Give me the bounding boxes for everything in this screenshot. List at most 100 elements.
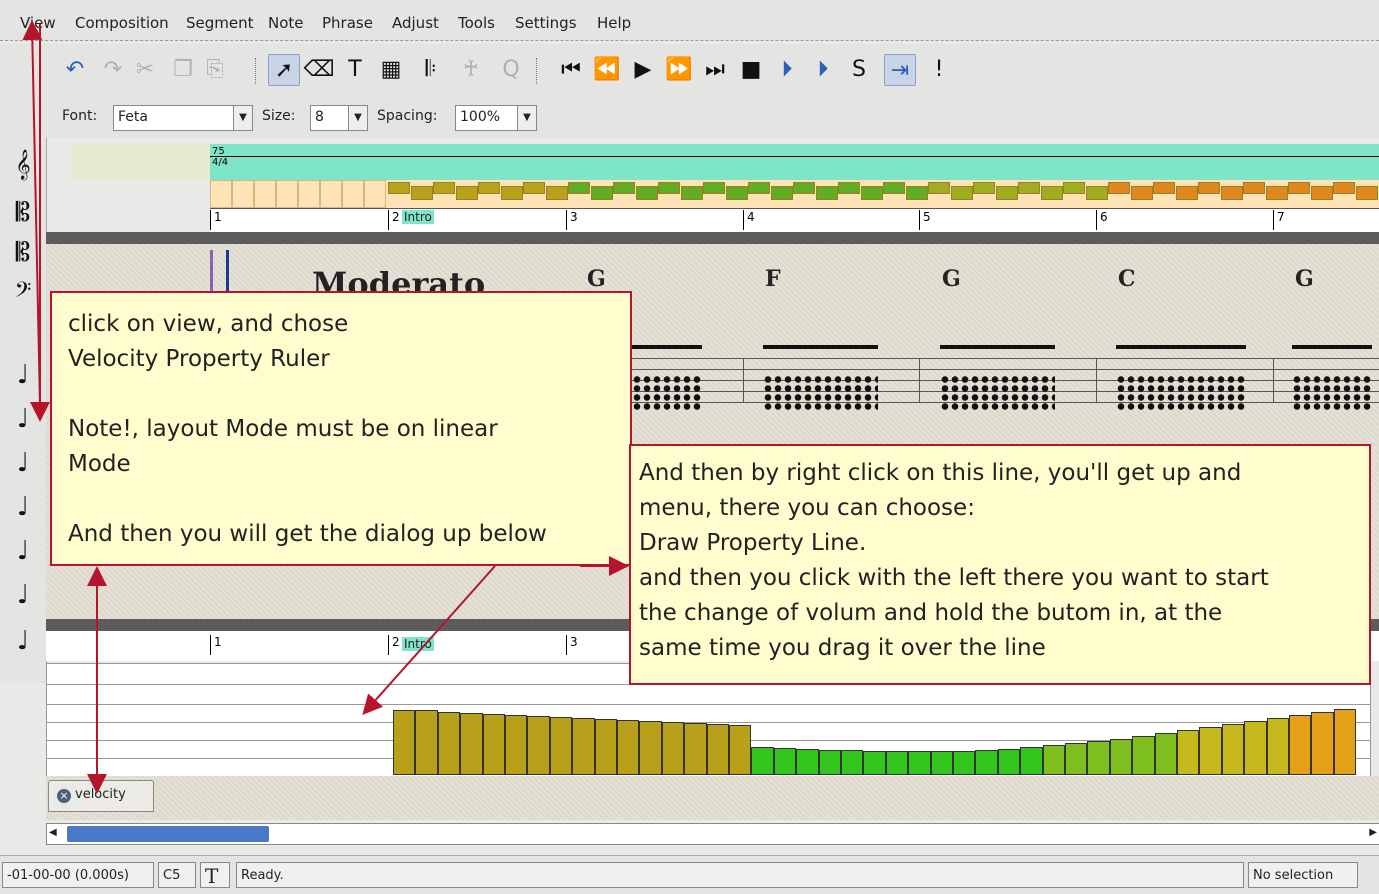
menu-segment[interactable]: Segment (186, 14, 254, 32)
spacing-select[interactable]: 100% ▼ (455, 105, 537, 131)
velocity-bar[interactable] (460, 713, 483, 775)
intro-marker[interactable]: Intro (402, 210, 434, 224)
note-group[interactable] (1116, 345, 1246, 423)
alto-clef-icon[interactable]: 𝄡 (8, 198, 38, 228)
velocity-bar[interactable] (1199, 727, 1222, 775)
menu-tools[interactable]: Tools (458, 14, 495, 32)
text-mode-icon[interactable]: T (200, 862, 230, 888)
menu-view[interactable]: View (20, 14, 56, 32)
velocity-bar[interactable] (1333, 709, 1357, 775)
menu-composition[interactable]: Composition (75, 14, 169, 32)
redo-icon[interactable]: ↷ (98, 54, 128, 84)
velocity-bar[interactable] (617, 720, 640, 775)
size-select[interactable]: 8 ▼ (310, 105, 368, 131)
quantize-icon[interactable]: Q (496, 54, 526, 84)
note-group[interactable] (763, 345, 878, 423)
panic-icon[interactable]: ! (924, 54, 954, 84)
font-select[interactable]: Feta ▼ (113, 105, 253, 131)
velocity-bar[interactable] (1154, 733, 1177, 775)
text-tool-icon[interactable]: T (340, 54, 370, 84)
natural-note-2-icon[interactable]: ♩ (8, 536, 38, 566)
bar-ruler[interactable] (210, 208, 1379, 233)
velocity-bar[interactable] (1087, 741, 1110, 775)
guitar-chord-tool-icon[interactable]: ▦ (376, 54, 406, 84)
fingering-tool-icon[interactable]: ♰ (456, 54, 486, 84)
velocity-bar[interactable] (527, 716, 550, 775)
solo-icon[interactable]: S (844, 54, 874, 84)
velocity-bar[interactable] (661, 722, 685, 775)
velocity-bar[interactable] (975, 750, 998, 775)
velocity-bar[interactable] (1177, 730, 1200, 775)
velocity-bar[interactable] (415, 710, 438, 775)
sharp-note-icon[interactable]: ♩ (8, 448, 38, 478)
velocity-bar[interactable] (393, 710, 416, 775)
cut-icon[interactable]: ✂ (130, 54, 160, 84)
note-group[interactable] (632, 345, 702, 423)
velocity-bar[interactable] (863, 751, 886, 775)
rewind-to-start-icon[interactable]: ⏮ (556, 54, 586, 84)
velocity-bar[interactable] (549, 717, 573, 775)
velocity-bar[interactable] (1132, 736, 1155, 775)
menu-help[interactable]: Help (597, 14, 631, 32)
flat-note-icon[interactable]: ♩ (8, 492, 38, 522)
velocity-bar[interactable] (751, 747, 774, 775)
scrollbar-thumb[interactable] (67, 826, 269, 842)
velocity-bar[interactable] (885, 751, 909, 775)
paste-icon[interactable]: ⎘ (200, 54, 230, 84)
menu-phrase[interactable]: Phrase (322, 14, 373, 32)
loop-end-icon[interactable]: ⏵ (808, 54, 838, 84)
velocity-bar[interactable] (437, 712, 461, 775)
velocity-bar[interactable] (1109, 739, 1133, 775)
fast-forward-icon[interactable]: ⏩ (664, 54, 694, 84)
velocity-bar[interactable] (706, 724, 729, 775)
scroll-right-icon[interactable]: ▶ (1369, 827, 1377, 838)
velocity-bar[interactable] (684, 723, 707, 775)
velocity-bar[interactable] (572, 718, 595, 775)
bass-clef-icon[interactable]: 𝄢 (8, 278, 38, 308)
copy-icon[interactable]: ❐ (168, 54, 198, 84)
velocity-bar[interactable] (482, 714, 505, 775)
loop-start-icon[interactable]: ⏵ (772, 54, 802, 84)
follow-playback-icon[interactable]: ⇥ (884, 54, 916, 86)
horizontal-scrollbar[interactable]: ◀ ▶ (46, 823, 1379, 845)
double-sharp-note-icon[interactable]: ♩ (8, 580, 38, 610)
select-tool-icon[interactable]: ➚ (268, 54, 300, 86)
velocity-bar[interactable] (908, 751, 931, 775)
rewind-icon[interactable]: ⏪ (592, 54, 622, 84)
velocity-bar[interactable] (1289, 715, 1312, 775)
tenor-clef-icon[interactable]: 𝄡 (8, 238, 38, 268)
menu-note[interactable]: Note (268, 14, 304, 32)
double-flat-note-icon[interactable]: ♩ (8, 626, 38, 656)
scroll-left-icon[interactable]: ◀ (49, 827, 57, 838)
lower-intro-marker[interactable]: Intro (402, 637, 434, 651)
play-icon[interactable]: ▶ (628, 54, 658, 84)
velocity-bar[interactable] (930, 751, 953, 775)
velocity-bar[interactable] (841, 750, 864, 775)
close-icon[interactable]: × (57, 789, 71, 803)
velocity-bar[interactable] (997, 749, 1021, 775)
menu-adjust[interactable]: Adjust (392, 14, 439, 32)
note-group[interactable] (1292, 345, 1372, 423)
fast-forward-to-end-icon[interactable]: ⏭ (700, 54, 730, 84)
quarter-note-icon[interactable]: ♩ (8, 360, 38, 390)
symbol-tool-icon[interactable]: 𝄆 (416, 54, 446, 84)
velocity-bar[interactable] (1221, 724, 1245, 775)
velocity-bar[interactable] (505, 715, 528, 775)
velocity-bar[interactable] (1311, 712, 1334, 775)
undo-icon[interactable]: ↶ (60, 54, 90, 84)
velocity-bar[interactable] (953, 751, 976, 775)
note-group[interactable] (940, 345, 1055, 423)
tempo-ruler[interactable] (210, 144, 1379, 180)
velocity-tab[interactable]: × velocity (48, 780, 154, 812)
velocity-bar[interactable] (639, 721, 662, 775)
velocity-bar[interactable] (1065, 743, 1088, 775)
treble-clef-icon[interactable]: 𝄞 (8, 150, 38, 180)
velocity-bar[interactable] (729, 725, 752, 775)
natural-note-icon[interactable]: ♩ (8, 404, 38, 434)
eraser-tool-icon[interactable]: ⌫ (303, 54, 334, 84)
velocity-bar[interactable] (1266, 718, 1289, 775)
velocity-bar[interactable] (1020, 747, 1043, 775)
menu-settings[interactable]: Settings (515, 14, 577, 32)
velocity-bar[interactable] (818, 750, 841, 775)
velocity-bar[interactable] (1244, 721, 1267, 775)
